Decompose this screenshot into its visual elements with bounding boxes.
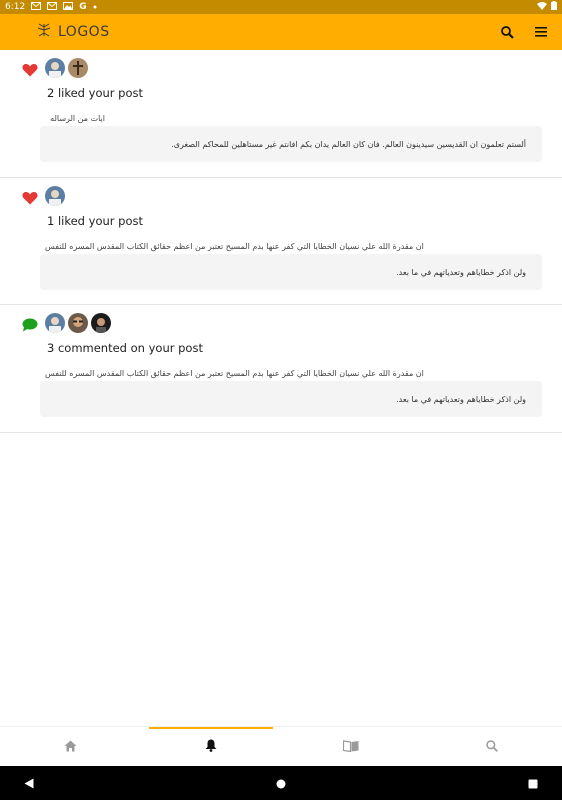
- nav-search[interactable]: [422, 727, 562, 766]
- avatar[interactable]: [45, 313, 65, 333]
- avatar[interactable]: [91, 313, 111, 333]
- avatar[interactable]: [68, 58, 88, 78]
- recents-icon[interactable]: [528, 774, 538, 793]
- logo: LOGOS: [36, 22, 110, 42]
- notification-title: 2 liked your post: [47, 86, 143, 100]
- menu-icon[interactable]: [532, 23, 550, 41]
- notification-item[interactable]: 1 liked your post ان مقدرة الله علي نسيا…: [0, 178, 562, 305]
- mail-icon: [31, 1, 42, 13]
- avatar-group: [45, 58, 552, 78]
- battery-icon: [551, 1, 557, 13]
- post-quote: ألستم تعلمون ان القديسين سيدينون العالم.…: [40, 126, 542, 162]
- avatar[interactable]: [45, 186, 65, 206]
- app-bar: LOGOS: [0, 14, 562, 50]
- notification-title: 3 commented on your post: [47, 341, 203, 355]
- search-icon[interactable]: [498, 23, 516, 41]
- nav-bible[interactable]: [281, 727, 422, 766]
- nav-home[interactable]: [0, 727, 141, 766]
- mail-icon: [47, 1, 58, 13]
- notification-item[interactable]: 2 liked your post ايات من الرساله ألستم …: [0, 50, 562, 178]
- heart-icon: [22, 62, 38, 78]
- nav-notifications[interactable]: [141, 727, 282, 766]
- notification-title: 1 liked your post: [47, 214, 143, 228]
- avatar[interactable]: [68, 313, 88, 333]
- home-circle-icon[interactable]: [276, 774, 286, 793]
- heart-icon: [22, 190, 38, 206]
- notifications-bell-icon: [205, 737, 217, 756]
- chat-bubble-icon: [22, 317, 38, 333]
- google-icon: G: [79, 2, 87, 12]
- notifications-list: 2 liked your post ايات من الرساله ألستم …: [0, 50, 562, 433]
- post-quote: ولن اذكر خطاياهم وتعدياتهم في ما بعد.: [40, 381, 542, 417]
- book-icon: [343, 737, 359, 756]
- notification-subtitle: ان مقدرة الله علي نسيان الخطايا التي كفر…: [45, 242, 424, 251]
- image-icon: [63, 1, 74, 13]
- back-icon[interactable]: [24, 774, 34, 793]
- system-navigation-bar: [0, 766, 562, 800]
- avatar[interactable]: [45, 58, 65, 78]
- status-bar: 6:12 G: [0, 0, 562, 14]
- status-time: 6:12: [5, 2, 26, 12]
- wifi-icon: [537, 1, 547, 13]
- dot-icon: [93, 2, 97, 12]
- notification-item[interactable]: 3 commented on your post ان مقدرة الله ع…: [0, 305, 562, 433]
- home-icon: [64, 737, 77, 756]
- avatar-group: [45, 313, 552, 333]
- logo-tree-icon: [36, 22, 52, 42]
- notification-subtitle: ايات من الرساله: [50, 114, 105, 123]
- logo-text: LOGOS: [58, 24, 110, 40]
- search-icon: [486, 737, 498, 756]
- notification-subtitle: ان مقدرة الله علي نسيان الخطايا التي كفر…: [45, 369, 424, 378]
- avatar-group: [45, 186, 552, 206]
- post-quote: ولن اذكر خطاياهم وتعدياتهم في ما بعد.: [40, 254, 542, 290]
- bottom-navigation: [0, 726, 562, 766]
